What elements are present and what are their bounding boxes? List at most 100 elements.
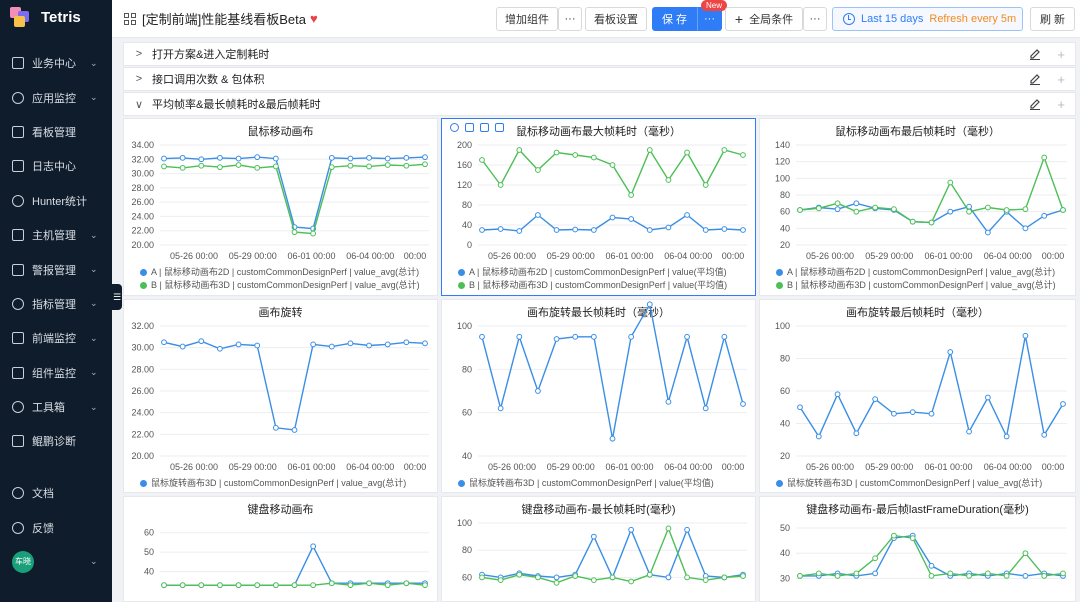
data-point[interactable] (947, 349, 954, 355)
data-point[interactable] (853, 570, 860, 577)
data-point[interactable] (553, 574, 560, 581)
board-settings-button[interactable]: 看板设置 (585, 7, 647, 31)
data-point[interactable] (872, 396, 879, 403)
data-point[interactable] (590, 577, 597, 584)
data-point[interactable] (198, 582, 205, 589)
data-point[interactable] (179, 582, 186, 589)
data-point[interactable] (740, 573, 746, 579)
data-point[interactable] (516, 333, 523, 340)
data-point[interactable] (422, 154, 428, 161)
data-point[interactable] (328, 154, 335, 161)
data-point[interactable] (272, 582, 279, 589)
data-point[interactable] (872, 570, 879, 577)
sidebar-item-0[interactable]: 业务中心 ⌄ (0, 46, 112, 80)
data-point[interactable] (1060, 207, 1066, 213)
data-point[interactable] (291, 582, 298, 589)
data-point[interactable] (740, 227, 746, 233)
data-point[interactable] (665, 177, 672, 183)
data-point[interactable] (702, 227, 709, 233)
data-point[interactable] (834, 200, 841, 207)
data-point[interactable] (497, 182, 504, 188)
add-component-more-button[interactable]: ··· (558, 7, 582, 31)
data-point[interactable] (272, 163, 279, 170)
legend-item[interactable]: A | 鼠标移动画布2D | customCommonDesignPerf | … (140, 265, 419, 278)
data-point[interactable] (684, 149, 690, 156)
data-point[interactable] (384, 162, 391, 168)
data-point[interactable] (740, 401, 746, 407)
data-point[interactable] (254, 164, 261, 171)
data-point[interactable] (702, 405, 709, 412)
data-point[interactable] (1022, 332, 1029, 339)
data-point[interactable] (161, 339, 167, 346)
legend-item[interactable]: B | 鼠标移动画布3D | customCommonDesignPerf | … (140, 278, 420, 291)
data-point[interactable] (702, 182, 709, 188)
data-point[interactable] (590, 227, 597, 233)
data-point[interactable] (1041, 154, 1048, 161)
data-point[interactable] (403, 154, 410, 161)
sidebar-item-1[interactable]: 应用监控 ⌄ (0, 80, 112, 114)
data-point[interactable] (797, 207, 803, 213)
data-point[interactable] (665, 224, 672, 231)
add-icon[interactable]: + (1057, 72, 1065, 87)
data-point[interactable] (1003, 572, 1010, 579)
sidebar-bottom-item-1[interactable]: 反馈 (0, 510, 112, 544)
chart-panel-4[interactable]: 画布旋转最长帧耗时（毫秒） 100 80 60 40 05-26 00:00 05-29 0… (441, 299, 756, 493)
data-point[interactable] (984, 570, 991, 577)
edit-pencil-icon[interactable] (1029, 98, 1041, 110)
data-point[interactable] (422, 340, 428, 347)
legend-item[interactable]: 鼠标旋转画布3D | customCommonDesignPerf | valu… (458, 476, 714, 489)
chart-panel-6[interactable]: 键盘移动画布 60 50 40 (123, 496, 438, 602)
data-point[interactable] (572, 152, 579, 158)
chart-panel-0[interactable]: 鼠标移动画布 34.00 32.00 30.00 28.00 26.00 24.00 22.0… (123, 118, 438, 296)
data-point[interactable] (684, 212, 690, 218)
data-point[interactable] (909, 218, 916, 225)
data-point[interactable] (347, 340, 354, 347)
data-point[interactable] (310, 543, 317, 550)
chart-panel-2[interactable]: 鼠标移动画布最后帧耗时（毫秒） 140 120 100 80 60 40 20 05-26 00… (759, 118, 1076, 296)
data-point[interactable] (721, 226, 728, 232)
data-point[interactable] (161, 163, 167, 170)
data-point[interactable] (740, 152, 746, 158)
sidebar-item-10[interactable]: 工具箱 ⌄ (0, 390, 112, 424)
data-point[interactable] (609, 214, 616, 221)
data-point[interactable] (834, 206, 841, 213)
data-point[interactable] (272, 155, 279, 162)
data-point[interactable] (797, 404, 803, 411)
data-point[interactable] (217, 582, 223, 589)
data-point[interactable] (984, 204, 991, 211)
data-point[interactable] (684, 574, 690, 581)
data-point[interactable] (310, 230, 317, 237)
data-point[interactable] (947, 179, 954, 186)
data-point[interactable] (235, 162, 242, 168)
data-point[interactable] (1003, 207, 1010, 213)
data-point[interactable] (403, 580, 410, 587)
data-point[interactable] (497, 405, 504, 412)
chart-panel-7[interactable]: 键盘移动画布-最长帧耗时(毫秒) 100 80 60 (441, 496, 756, 602)
data-point[interactable] (891, 532, 897, 539)
data-point[interactable] (291, 229, 298, 236)
data-point[interactable] (198, 338, 205, 345)
refresh-button[interactable]: 刷 新 (1030, 7, 1075, 31)
sidebar-item-7[interactable]: 指标管理 ⌄ (0, 287, 112, 321)
data-point[interactable] (834, 572, 841, 579)
section-api-calls[interactable]: > 接口调用次数 & 包体积 + (123, 67, 1076, 91)
data-point[interactable] (646, 301, 653, 308)
sidebar-item-2[interactable]: 看板管理 (0, 115, 112, 149)
data-point[interactable] (947, 208, 954, 215)
data-point[interactable] (891, 410, 897, 417)
data-point[interactable] (384, 341, 391, 348)
data-point[interactable] (721, 333, 728, 340)
data-point[interactable] (966, 428, 972, 435)
data-point[interactable] (1022, 206, 1029, 213)
data-point[interactable] (590, 154, 597, 161)
data-point[interactable] (665, 398, 672, 405)
data-point[interactable] (479, 574, 485, 581)
data-point[interactable] (198, 162, 205, 169)
data-point[interactable] (815, 570, 822, 577)
time-range-picker[interactable]: Last 15 days Refresh every 5m (832, 7, 1023, 31)
data-point[interactable] (928, 219, 935, 226)
data-point[interactable] (684, 526, 690, 533)
data-point[interactable] (628, 333, 635, 340)
data-point[interactable] (179, 154, 186, 161)
data-point[interactable] (1041, 431, 1048, 438)
